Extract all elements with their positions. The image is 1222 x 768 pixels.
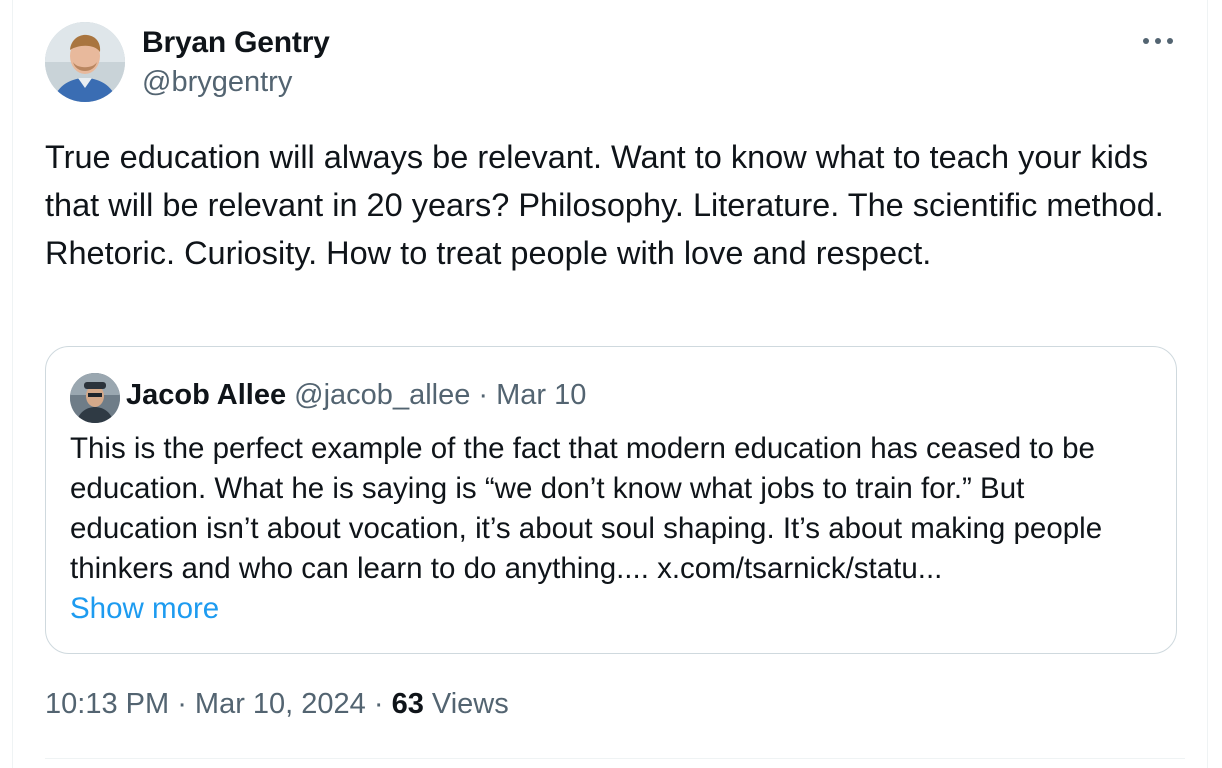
quoted-separator: · [470, 379, 497, 411]
tweet-date[interactable]: Mar 10, 2024 [195, 688, 366, 720]
quoted-date[interactable]: Mar 10 [496, 379, 586, 411]
views-label: Views [423, 688, 509, 720]
footer-separator: · [169, 688, 195, 720]
quoted-tweet-header: Jacob Allee @jacob_allee · Mar 10 [126, 379, 586, 412]
show-more-link[interactable]: Show more [70, 589, 219, 629]
quoted-tweet-text: This is the perfect example of the fact … [70, 432, 1103, 585]
more-options-button[interactable] [1138, 26, 1178, 58]
views-count: 63 [391, 688, 424, 720]
divider [45, 758, 1185, 759]
more-horizontal-icon [1141, 33, 1175, 51]
quoted-author-name[interactable]: Jacob Allee [126, 379, 286, 411]
tweet-time[interactable]: 10:13 PM [45, 688, 169, 720]
author-avatar[interactable] [45, 22, 125, 102]
quoted-tweet-card[interactable]: Jacob Allee @jacob_allee · Mar 10 This i… [45, 346, 1177, 654]
footer-separator: · [365, 688, 392, 720]
quoted-author-avatar[interactable] [70, 373, 120, 423]
tweet-footer: 10:13 PM · Mar 10, 2024 · 63 Views [45, 688, 509, 721]
tweet-body-text: True education will always be relevant. … [45, 139, 1164, 271]
author-handle[interactable]: @brygentry [142, 66, 292, 99]
author-name[interactable]: Bryan Gentry [142, 26, 330, 60]
quoted-author-handle[interactable]: @jacob_allee [294, 379, 470, 411]
